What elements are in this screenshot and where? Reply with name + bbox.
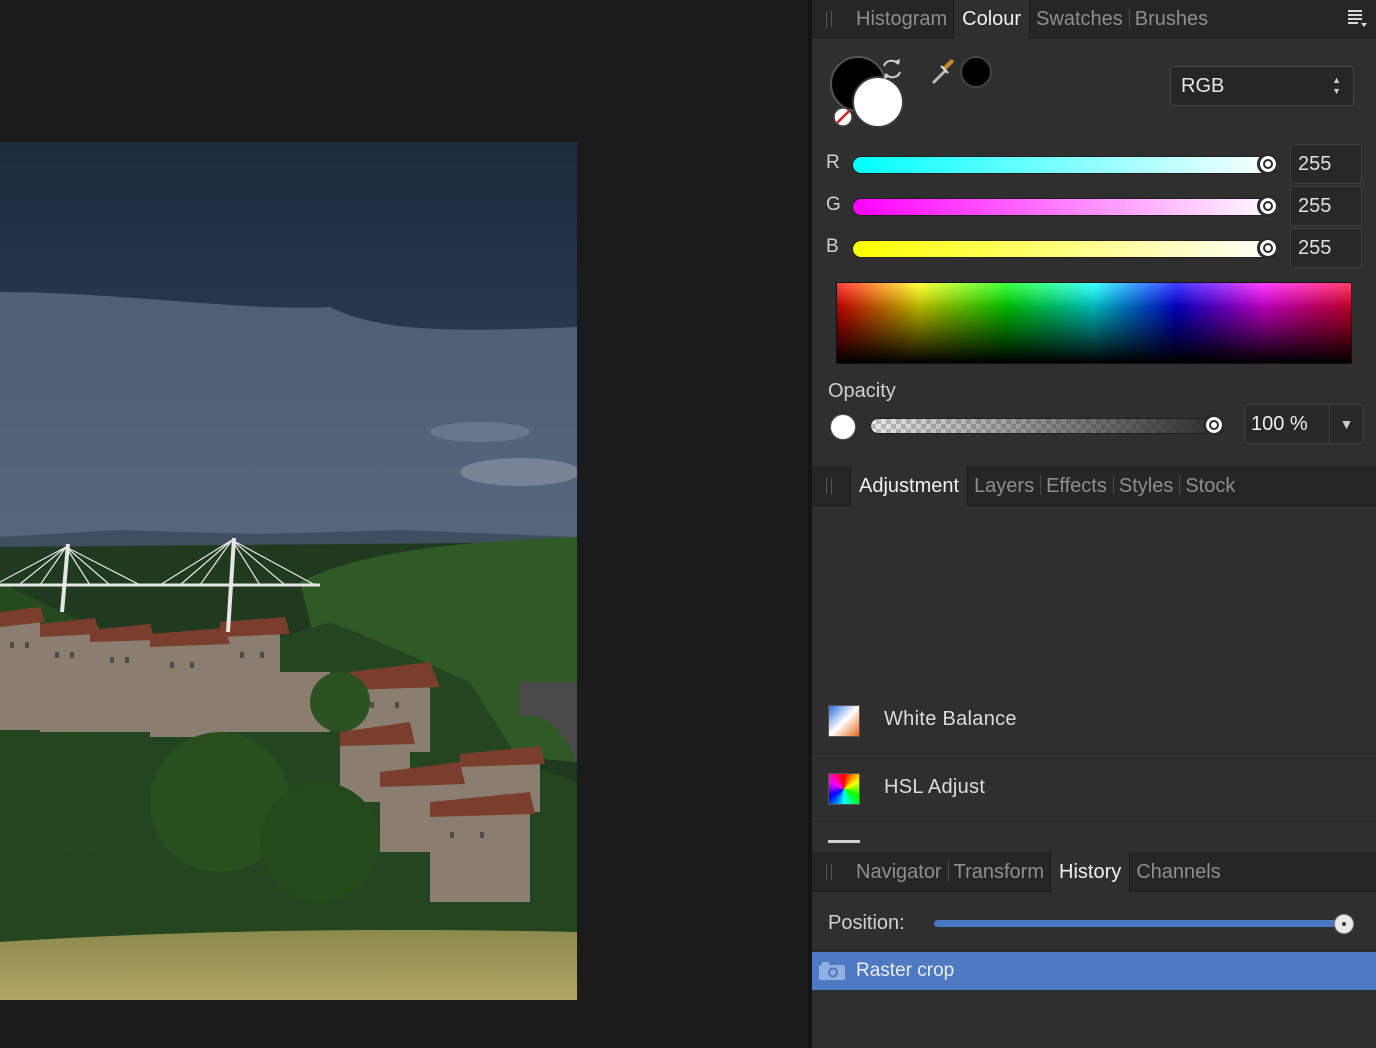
channel-label-b: B: [826, 236, 839, 257]
colour-tabbar: Histogram Colour Swatches Brushes: [812, 0, 1376, 38]
opacity-dropdown-icon[interactable]: ▼: [1329, 405, 1363, 443]
tab-effects[interactable]: Effects: [1040, 466, 1114, 506]
colour-picker-icon[interactable]: [926, 56, 958, 88]
document-canvas[interactable]: [0, 0, 808, 1048]
tab-styles[interactable]: Styles: [1113, 466, 1181, 506]
adjustment-item-hsl-adjust[interactable]: HSL Adjust: [812, 754, 1376, 822]
tab-adjustment[interactable]: Adjustment: [850, 466, 969, 506]
adjustment-tabbar: Adjustment Layers Effects Styles Stock: [812, 466, 1376, 506]
opacity-field[interactable]: 100 % ▼: [1244, 404, 1364, 444]
tab-histogram[interactable]: Histogram: [850, 0, 955, 38]
history-item-label: Raster crop: [856, 960, 955, 981]
adjustment-item-partial[interactable]: [812, 822, 1376, 846]
swap-colours-icon[interactable]: [878, 56, 906, 82]
adjustment-partial-icon: [828, 840, 860, 846]
adjustment-item-white-balance[interactable]: White Balance: [812, 686, 1376, 754]
value-field-r[interactable]: 255: [1290, 144, 1362, 184]
history-panel: Position: Raster crop: [812, 892, 1376, 1048]
opacity-label: Opacity: [828, 380, 896, 402]
slider-r-thumb[interactable]: [1257, 153, 1279, 175]
camera-icon: [819, 962, 845, 980]
adjustment-list[interactable]: White Balance HSL Adjust: [812, 506, 1376, 846]
slider-row-r: R 255: [812, 144, 1376, 184]
slider-row-b: B 255: [812, 228, 1376, 268]
drag-grip-icon[interactable]: [826, 478, 832, 494]
history-position-thumb[interactable]: [1334, 914, 1354, 934]
tab-navigator[interactable]: Navigator: [850, 852, 949, 892]
opacity-value: 100 %: [1251, 413, 1308, 435]
tab-stock[interactable]: Stock: [1179, 466, 1241, 506]
slider-g[interactable]: [852, 195, 1280, 217]
tab-history[interactable]: History: [1050, 852, 1131, 892]
tab-colour[interactable]: Colour: [953, 0, 1031, 38]
slider-g-thumb[interactable]: [1257, 195, 1279, 217]
slider-b[interactable]: [852, 237, 1280, 259]
white-balance-icon: [828, 705, 860, 737]
colour-mode-value: RGB: [1181, 75, 1225, 97]
panel-menu-icon[interactable]: [1346, 8, 1368, 28]
secondary-colour-swatch[interactable]: [852, 76, 904, 128]
tab-layers[interactable]: Layers: [968, 466, 1042, 506]
opacity-slider-thumb[interactable]: [1203, 414, 1225, 436]
slider-r[interactable]: [852, 153, 1280, 175]
select-arrows-icon: ▲ ▼: [1332, 75, 1341, 96]
value-field-g[interactable]: 255: [1290, 186, 1362, 226]
studio-panel: Histogram Colour Swatches Brushes RGB ▲ …: [812, 0, 1376, 1048]
tab-channels[interactable]: Channels: [1130, 852, 1227, 892]
drag-grip-icon[interactable]: [826, 11, 832, 27]
picked-colour-swatch[interactable]: [960, 56, 992, 88]
channel-label-r: R: [826, 152, 840, 173]
history-tabbar: Navigator Transform History Channels: [812, 852, 1376, 892]
colour-mode-select[interactable]: RGB ▲ ▼: [1170, 66, 1354, 106]
history-position-slider[interactable]: [934, 920, 1346, 927]
slider-row-g: G 255: [812, 186, 1376, 226]
hsl-adjust-icon: [828, 773, 860, 805]
colour-spectrum[interactable]: [836, 282, 1352, 364]
photo-landscape: [0, 142, 577, 1000]
adjustment-label: HSL Adjust: [884, 776, 986, 798]
tab-transform[interactable]: Transform: [948, 852, 1050, 892]
channel-label-g: G: [826, 194, 841, 215]
colour-panel: RGB ▲ ▼ R 255 G 255 B 255 Opacity 100 % …: [812, 38, 1376, 464]
opacity-slider[interactable]: [870, 414, 1225, 436]
position-label: Position:: [828, 912, 905, 934]
value-field-b[interactable]: 255: [1290, 228, 1362, 268]
tab-swatches[interactable]: Swatches: [1030, 0, 1130, 38]
history-item-raster-crop[interactable]: Raster crop: [812, 952, 1376, 990]
drag-grip-icon[interactable]: [826, 864, 832, 880]
no-colour-icon[interactable]: [832, 106, 854, 128]
opacity-swatch: [830, 414, 856, 440]
adjustment-label: White Balance: [884, 708, 1017, 730]
tab-brushes[interactable]: Brushes: [1129, 0, 1214, 38]
slider-b-thumb[interactable]: [1257, 237, 1279, 259]
document-photo[interactable]: [0, 142, 577, 1000]
